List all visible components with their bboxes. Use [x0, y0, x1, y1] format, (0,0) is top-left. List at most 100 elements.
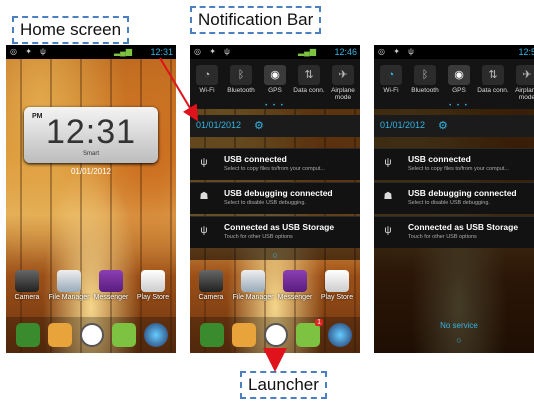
- shade-handle-icon[interactable]: ○: [374, 335, 534, 345]
- android-debug-icon: ☗: [383, 191, 393, 202]
- notification-subtitle: Touch for other USB options: [224, 234, 293, 240]
- browser-icon[interactable]: [144, 323, 168, 347]
- contacts-icon[interactable]: [232, 323, 256, 347]
- qs-gps[interactable]: ◉ GPS: [442, 65, 476, 94]
- data-connection-icon: ⇅: [482, 65, 504, 85]
- play-store-app[interactable]: Play Store: [316, 270, 358, 301]
- file-manager-app[interactable]: File Manager: [48, 270, 90, 301]
- qs-label: GPS: [268, 87, 282, 94]
- app-label: Messenger: [277, 294, 313, 301]
- file-manager-icon: [57, 270, 81, 292]
- status-notification-icons: ◎ ✦ ψ: [10, 47, 49, 56]
- home-apps-row: Camera File Manager Messenger Play Store: [6, 270, 176, 310]
- play-store-app[interactable]: Play Store: [132, 270, 174, 301]
- messenger-app[interactable]: Messenger: [90, 270, 132, 301]
- file-manager-app[interactable]: File Manager: [232, 270, 274, 301]
- status-notification-icons: ◎ ✦ ψ: [378, 47, 417, 56]
- no-service-label: No service: [440, 321, 478, 330]
- qs-label: Bluetooth: [411, 87, 439, 94]
- notification-item[interactable]: ☗ USB debugging connected Select to disa…: [374, 182, 534, 214]
- qs-label: Airplane mode: [331, 87, 355, 101]
- browser-icon[interactable]: [328, 323, 352, 347]
- qs-bluetooth[interactable]: ᛒ Bluetooth: [408, 65, 442, 94]
- messaging-icon[interactable]: 1: [296, 319, 323, 347]
- notification-title: USB debugging connected: [224, 188, 333, 198]
- qs-airplane-mode[interactable]: ✈ Airplane mode: [510, 65, 534, 101]
- app-label: Play Store: [320, 294, 354, 301]
- status-bar[interactable]: ◎ ✦ ψ ▂▄▆ 12:31: [6, 45, 176, 59]
- clock-date: 01/01/2012: [70, 167, 112, 176]
- status-bar[interactable]: ◎ ✦ ψ ▂▄▆ 12:46: [190, 45, 360, 59]
- app-label: Camera: [198, 294, 224, 301]
- messenger-app[interactable]: Messenger: [274, 270, 316, 301]
- home-screen-callout: Home screen: [12, 16, 130, 44]
- quick-settings: ◔ Wi-Fi ᛒ Bluetooth ◉ GPS ⇅ Data conn. ✈…: [374, 59, 534, 109]
- camera-icon: [199, 270, 223, 292]
- usb-icon: ψ: [384, 157, 392, 168]
- launcher-icon[interactable]: [80, 323, 104, 347]
- notification-subtitle: Select to disable USB debugging.: [224, 200, 306, 206]
- notification-item[interactable]: ψ USB connected Select to copy files to/…: [190, 148, 360, 180]
- qs-label: Bluetooth: [227, 87, 255, 94]
- notification-subtitle: Select to copy files to/from your comput…: [224, 166, 325, 172]
- airplane-icon: ✈: [516, 65, 534, 85]
- phone-icon[interactable]: [200, 323, 224, 347]
- qs-data-connection[interactable]: ⇅ Data conn.: [476, 65, 510, 94]
- qs-wifi[interactable]: ◔ Wi-Fi: [190, 65, 224, 94]
- messenger-icon: [283, 270, 307, 292]
- contacts-icon[interactable]: [48, 323, 72, 347]
- usb-icon: ψ: [384, 225, 392, 236]
- dock: 1: [190, 317, 360, 353]
- messaging-icon[interactable]: [112, 323, 136, 347]
- qs-label: Airplane mode: [515, 87, 534, 101]
- dimmed-screen-phone: ◎ ✦ ψ 12:56 ◔ Wi-Fi ᛒ Bluetooth ◉ GPS ⇅ …: [374, 45, 534, 353]
- notification-title: Connected as USB Storage: [224, 222, 335, 232]
- qs-bluetooth[interactable]: ᛒ Bluetooth: [224, 65, 258, 94]
- home-apps-row: Camera File Manager Messenger Play Store: [190, 270, 360, 310]
- phone-icon[interactable]: [16, 323, 40, 347]
- qs-label: Data conn.: [477, 87, 509, 94]
- bluetooth-icon: ᛒ: [230, 65, 252, 85]
- qs-data-connection[interactable]: ⇅ Data conn.: [292, 65, 326, 94]
- notification-bar-callout: Notification Bar: [190, 6, 322, 34]
- date-bar: 01/01/2012 ⚙: [190, 115, 360, 137]
- status-bar[interactable]: ◎ ✦ ψ 12:56: [374, 45, 534, 59]
- messenger-icon: [99, 270, 123, 292]
- settings-icon[interactable]: ⚙: [438, 119, 448, 132]
- settings-icon[interactable]: ⚙: [254, 119, 264, 132]
- shade-date: 01/01/2012: [196, 120, 242, 130]
- page-dots: • • •: [449, 103, 469, 109]
- qs-label: GPS: [452, 87, 466, 94]
- clock-widget[interactable]: PM 12:31 Smart: [24, 107, 158, 163]
- data-connection-icon: ⇅: [298, 65, 320, 85]
- date-bar: 01/01/2012 ⚙: [374, 115, 534, 137]
- gps-icon: ◉: [448, 65, 470, 85]
- airplane-icon: ✈: [332, 65, 354, 85]
- notification-item[interactable]: ψ Connected as USB Storage Touch for oth…: [190, 216, 360, 248]
- qs-airplane-mode[interactable]: ✈ Airplane mode: [326, 65, 360, 101]
- qs-label: Wi-Fi: [199, 87, 215, 94]
- qs-gps[interactable]: ◉ GPS: [258, 65, 292, 94]
- quick-settings: ◔ Wi-Fi ᛒ Bluetooth ◉ GPS ⇅ Data conn. ✈…: [190, 59, 360, 109]
- unread-badge: 1: [315, 319, 323, 326]
- camera-icon: [15, 270, 39, 292]
- camera-app[interactable]: Camera: [6, 270, 48, 301]
- camera-app[interactable]: Camera: [190, 270, 232, 301]
- launcher-icon[interactable]: [264, 323, 288, 347]
- notification-subtitle: Touch for other USB options: [408, 234, 477, 240]
- notification-item[interactable]: ☗ USB debugging connected Select to disa…: [190, 182, 360, 214]
- shade-handle-icon[interactable]: ○: [190, 250, 360, 260]
- usb-icon: ψ: [200, 225, 208, 236]
- notification-item[interactable]: ψ Connected as USB Storage Touch for oth…: [374, 216, 534, 248]
- status-notification-icons: ◎ ✦ ψ: [194, 47, 233, 56]
- play-store-icon: [325, 270, 349, 292]
- notification-item[interactable]: ψ USB connected Select to copy files to/…: [374, 148, 534, 180]
- clock-time: 12:31: [45, 113, 137, 151]
- qs-wifi[interactable]: ◔ Wi-Fi: [374, 65, 408, 94]
- qs-label: Wi-Fi: [383, 87, 399, 94]
- play-store-icon: [141, 270, 165, 292]
- status-time: 12:46: [334, 47, 357, 57]
- notification-screen-phone: ◎ ✦ ψ ▂▄▆ 12:46 ◔ Wi-Fi ᛒ Bluetooth ◉ GP…: [190, 45, 360, 353]
- status-time: 12:56: [518, 47, 534, 57]
- dock: [6, 317, 176, 353]
